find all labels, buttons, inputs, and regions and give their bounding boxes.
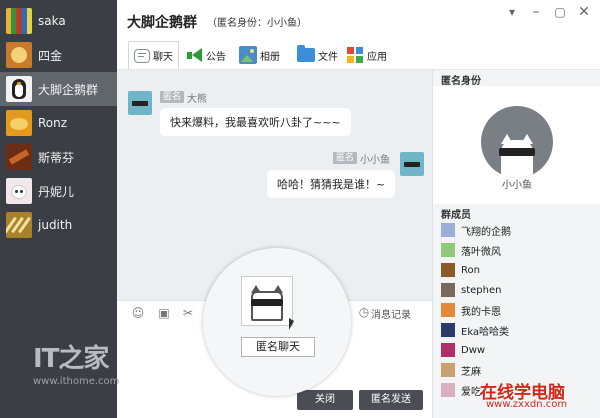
sidebar-item-label: Ronz (38, 116, 68, 130)
message-history-link[interactable]: 消息记录 (371, 306, 411, 321)
list-item[interactable]: Ron (441, 262, 480, 278)
minimize-icon[interactable]: – (528, 4, 544, 20)
member-name: Dww (461, 344, 486, 356)
message-bubble: 快来爆料，我最喜欢听八卦了~~~ (160, 108, 351, 136)
member-name: Ron (461, 264, 480, 276)
tab-apps[interactable]: 应用 (346, 42, 387, 68)
message-bubble: 哈哈！猜猜我是谁！~ (267, 170, 396, 198)
image-icon[interactable]: ▣ (157, 306, 171, 320)
tab-label: 公告 (206, 51, 226, 63)
avatar (441, 343, 455, 357)
member-name: 飞翔的企鹅 (461, 226, 511, 238)
group-info-panel: 匿名身份 小小鱼 群成员 飞翔的企鹅 落叶微风 Ron stephen 我的卡恩… (432, 70, 600, 418)
sidebar-item-label: 斯蒂芬 (38, 150, 75, 165)
anonymous-badge: 匿名 (333, 152, 358, 164)
anonymous-avatar (128, 91, 152, 115)
sidebar-item-danier[interactable]: 丹妮儿 (0, 174, 117, 208)
avatar (6, 144, 32, 170)
tab-label: 聊天 (153, 52, 173, 63)
list-item[interactable]: stephen (441, 282, 501, 298)
close-button[interactable]: 关闭 (297, 390, 353, 410)
list-item[interactable]: Dww (441, 342, 485, 358)
avatar (6, 8, 32, 34)
sidebar-item-saka[interactable]: saka (0, 4, 117, 38)
clock-icon: ◷ (358, 305, 370, 319)
anonymous-chat-icon[interactable] (241, 276, 293, 326)
list-item[interactable]: 我的卡恩 (441, 302, 501, 318)
site-watermark-url: www.zxxdn.com (486, 399, 568, 410)
apps-icon (346, 46, 364, 64)
avatar (6, 76, 32, 102)
sidebar-item-label: 丹妮儿 (38, 184, 75, 199)
tab-label: 应用 (367, 51, 387, 63)
avatar (441, 243, 455, 257)
sender-name: 大熊 (187, 94, 207, 105)
member-name: stephen (461, 284, 502, 296)
tab-label: 相册 (260, 51, 280, 63)
megaphone-icon (185, 46, 203, 64)
list-item[interactable]: Eka哈哈类 (441, 322, 509, 338)
member-name: 落叶微风 (461, 246, 501, 258)
scissors-icon[interactable]: ✂ (181, 306, 195, 320)
avatar (6, 110, 32, 136)
chevron-down-icon[interactable]: ▾ (504, 4, 520, 20)
anonymous-identity-label: （匿名身份：小小鱼） (207, 18, 307, 29)
anonymous-send-button[interactable]: 匿名发送 (359, 390, 423, 410)
sidebar-item-label: saka (38, 14, 66, 28)
tab-album[interactable]: 相册 (239, 42, 280, 68)
ithome-url: www.ithome.com (33, 376, 120, 387)
anonymous-name: 小小鱼 (502, 180, 532, 191)
sidebar-item-label: 大脚企鹅群 (38, 82, 99, 97)
members-title: 群成员 (441, 210, 471, 221)
avatar (441, 263, 455, 277)
sidebar-item-ronz[interactable]: Ronz (0, 106, 117, 140)
sidebar-item-label: 四金 (38, 48, 63, 63)
anonymous-avatar (481, 106, 553, 178)
tab-chat[interactable]: 聊天 (128, 41, 179, 69)
tab-label: 文件 (318, 51, 338, 63)
sender-name: 小小鱼 (360, 155, 390, 166)
avatar (6, 212, 32, 238)
maximize-icon[interactable]: ▢ (552, 4, 568, 20)
ithome-logo: IT之家 (33, 344, 109, 374)
close-icon[interactable]: ✕ (576, 4, 592, 20)
chat-icon (134, 48, 150, 63)
zoom-callout: 匿名聊天 (203, 248, 351, 396)
chat-header: 大脚企鹅群 （匿名身份：小小鱼） ▾ – ▢ ✕ 聊天 公告 相册 文件 应用 (117, 0, 600, 70)
member-name: Eka哈哈类 (461, 326, 510, 338)
avatar (441, 283, 455, 297)
avatar (441, 303, 455, 317)
avatar (6, 42, 32, 68)
avatar (441, 383, 455, 397)
member-name: 我的卡恩 (461, 306, 501, 318)
avatar (6, 178, 32, 204)
avatar (441, 363, 455, 377)
list-item[interactable]: 芝麻 (441, 362, 481, 378)
sidebar-item-sijin[interactable]: 四金 (0, 38, 117, 72)
cursor-icon (289, 318, 294, 330)
anonymous-badge: 匿名 (160, 91, 185, 103)
sidebar-item-judith[interactable]: judith (0, 208, 117, 242)
anonymous-chat-button[interactable]: 匿名聊天 (241, 337, 315, 357)
tab-files[interactable]: 文件 (297, 42, 338, 68)
list-item[interactable]: 爱吃 (441, 382, 481, 398)
qq-group-chat-window: saka 四金 大脚企鹅群 Ronz 斯蒂芬 丹妮儿 judith 大脚企鹅群 … (0, 0, 600, 418)
member-name: 爱吃 (461, 386, 481, 398)
emoji-icon[interactable]: ☺ (131, 306, 145, 320)
identity-title: 匿名身份 (441, 76, 481, 87)
list-item[interactable]: 飞翔的企鹅 (441, 222, 511, 238)
sidebar-item-stephen[interactable]: 斯蒂芬 (0, 140, 117, 174)
folder-icon (297, 45, 315, 62)
photo-icon (239, 46, 257, 64)
avatar (441, 323, 455, 337)
member-name: 芝麻 (461, 366, 481, 378)
tab-announcement[interactable]: 公告 (185, 42, 226, 68)
list-item[interactable]: 落叶微风 (441, 242, 501, 258)
sidebar-item-dajiao-group[interactable]: 大脚企鹅群 (0, 72, 117, 106)
page-title: 大脚企鹅群 (127, 15, 197, 31)
sidebar-item-label: judith (38, 218, 73, 232)
anonymous-avatar (400, 152, 424, 176)
avatar (441, 223, 455, 237)
